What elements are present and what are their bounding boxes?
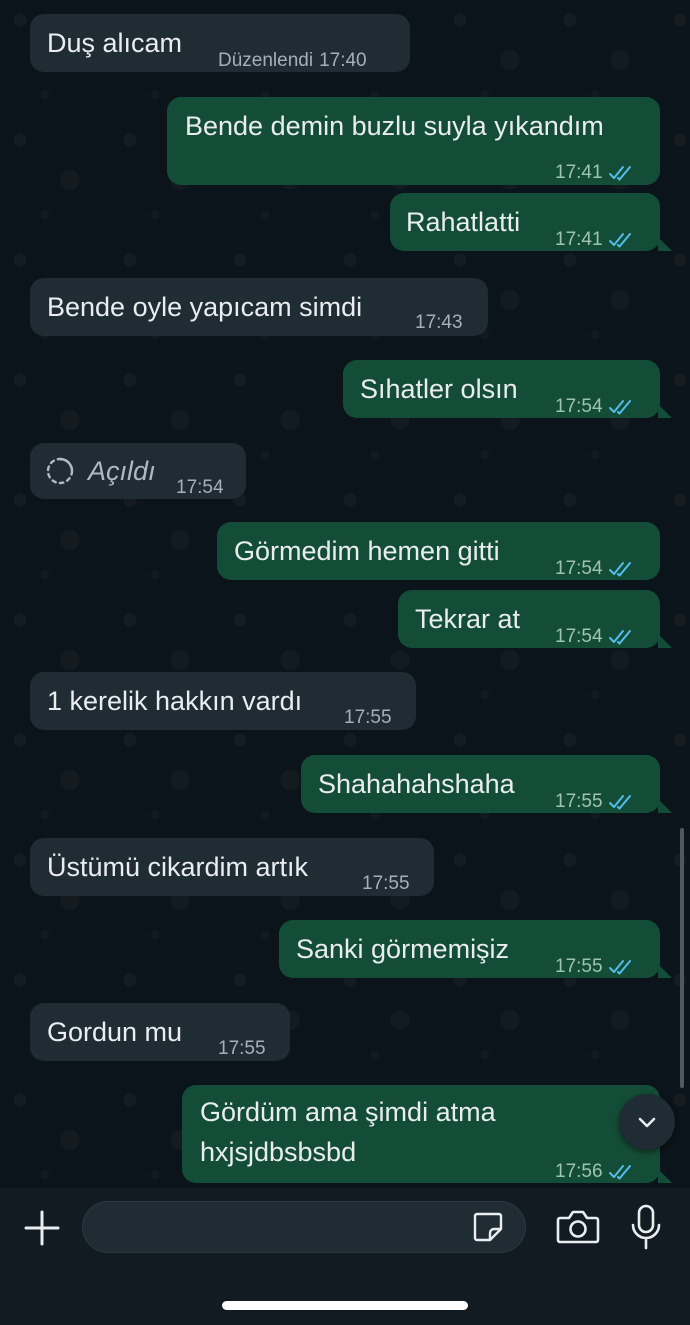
- double-check-icon: [608, 232, 635, 248]
- message-time: 17:54: [555, 396, 603, 417]
- message-text: Açıldı: [88, 456, 156, 486]
- message-outgoing[interactable]: Görmedim hemen gitti 17:54: [217, 522, 660, 580]
- message-incoming[interactable]: 1 kerelik hakkın vardı 17:55: [30, 672, 416, 730]
- message-text: 1 kerelik hakkın vardı: [47, 686, 303, 716]
- message-text: Duş alıcam: [47, 28, 183, 58]
- message-time: 17:41: [555, 162, 603, 183]
- chat-area[interactable]: Duş alıcam Düzenlendi 17:40 Bende demin …: [0, 0, 690, 1188]
- message-time: 17:43: [415, 312, 463, 333]
- view-once-opened-bubble[interactable]: Açıldı 17:54: [30, 443, 246, 499]
- message-text-line-2: hxjsjdbsbsbd: [200, 1137, 357, 1167]
- message-meta: 17:54: [555, 549, 635, 589]
- message-text: Shahahahshaha: [318, 769, 515, 799]
- message-incoming[interactable]: Bende oyle yapıcam simdi 17:43: [30, 278, 488, 336]
- message-outgoing[interactable]: Shahahahshaha 17:55: [301, 755, 672, 813]
- message-time: 17:55: [362, 873, 410, 894]
- message-time: 17:41: [555, 229, 603, 250]
- message-input[interactable]: [82, 1201, 526, 1253]
- message-incoming[interactable]: Üstümü cikardim artık 17:55: [30, 838, 434, 896]
- message-time: 17:56: [555, 1161, 603, 1182]
- message-meta: 17:55: [218, 1029, 266, 1069]
- sticker-icon[interactable]: [471, 1210, 505, 1244]
- double-check-icon: [608, 399, 635, 415]
- chevron-down-icon: [638, 1117, 656, 1128]
- message-text: Görmedim hemen gitti: [234, 536, 500, 566]
- message-meta: 17:41: [555, 153, 635, 193]
- message-meta: 17:55: [362, 864, 410, 904]
- message-outgoing[interactable]: Sanki görmemişiz 17:55: [279, 920, 672, 978]
- message-time: 17:40: [319, 50, 367, 71]
- scroll-to-bottom-button[interactable]: [619, 1094, 675, 1150]
- message-meta: 17:54: [555, 387, 635, 427]
- camera-icon[interactable]: [556, 1208, 600, 1246]
- message-time: 17:54: [176, 477, 224, 498]
- message-text: Gordun mu: [47, 1017, 183, 1047]
- edited-label: Düzenlendi: [218, 50, 314, 71]
- scrollbar[interactable]: [680, 828, 684, 1088]
- message-outgoing[interactable]: Bende demin buzlu suyla yıkandım 17:41: [167, 97, 660, 185]
- message-text: Tekrar at: [415, 604, 521, 634]
- microphone-icon[interactable]: [630, 1204, 662, 1250]
- message-text: Bende demin buzlu suyla yıkandım: [185, 111, 604, 141]
- home-indicator: [222, 1301, 468, 1310]
- message-time: 17:55: [555, 791, 603, 812]
- double-check-icon: [608, 959, 635, 975]
- message-meta: 17:55: [555, 947, 635, 987]
- message-text-line-1: Gördüm ama şimdi atma: [200, 1097, 496, 1127]
- double-check-icon: [608, 561, 635, 577]
- message-text: Üstümü cikardim artık: [47, 852, 309, 882]
- message-meta: 17:54: [176, 468, 224, 508]
- message-time: 17:54: [555, 558, 603, 579]
- message-text: Sıhatler olsın: [360, 374, 518, 404]
- message-meta: Düzenlendi 17:40: [218, 41, 367, 81]
- message-time: 17:55: [218, 1038, 266, 1059]
- double-check-icon: [608, 794, 635, 810]
- message-meta: 17:55: [344, 698, 392, 738]
- message-meta: 17:43: [415, 303, 463, 343]
- message-outgoing[interactable]: Sıhatler olsın 17:54: [343, 360, 672, 418]
- message-time: 17:54: [555, 626, 603, 647]
- double-check-icon: [608, 629, 635, 645]
- message-meta: 17:56: [555, 1152, 635, 1188]
- message-meta: 17:55: [555, 782, 635, 822]
- message-meta: 17:41: [555, 220, 635, 260]
- message-text: Sanki görmemişiz: [296, 934, 510, 964]
- message-text: Rahatlatti: [406, 207, 521, 237]
- message-outgoing[interactable]: Tekrar at 17:54: [398, 590, 672, 648]
- message-meta: 17:54: [555, 617, 635, 657]
- double-check-icon: [608, 1164, 635, 1180]
- double-check-icon: [608, 165, 635, 181]
- message-outgoing[interactable]: Rahatlatti 17:41: [390, 193, 672, 251]
- message-outgoing[interactable]: Gördüm ama şimdi atma hxjsjdbsbsbd 17:56: [182, 1085, 672, 1183]
- view-once-opened-icon: [46, 457, 74, 485]
- message-time: 17:55: [555, 956, 603, 977]
- plus-icon[interactable]: [22, 1208, 62, 1248]
- message-time: 17:55: [344, 707, 392, 728]
- message-text: Bende oyle yapıcam simdi: [47, 292, 363, 322]
- message-incoming[interactable]: Duş alıcam Düzenlendi 17:40: [30, 14, 410, 72]
- message-incoming[interactable]: Gordun mu 17:55: [30, 1003, 290, 1061]
